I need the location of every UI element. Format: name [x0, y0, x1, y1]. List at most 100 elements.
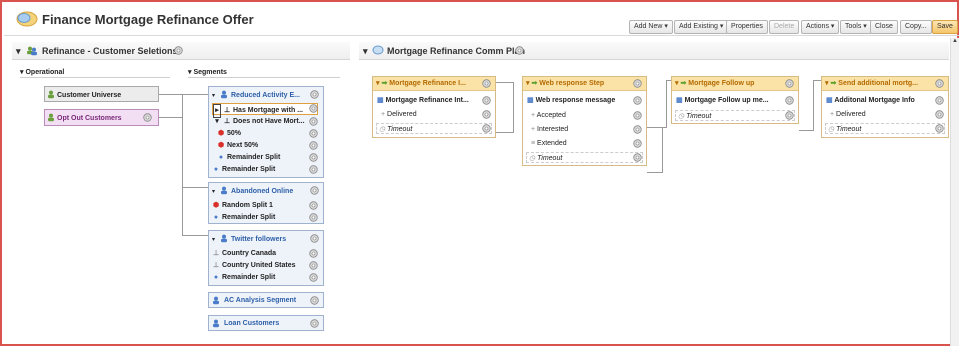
add-new-button[interactable]: Add New ▾ — [629, 20, 673, 34]
gear-icon[interactable] — [309, 213, 318, 222]
split-icon: ⊥ — [212, 250, 220, 257]
response-row[interactable]: ≡ Extended — [527, 138, 642, 149]
list-item[interactable]: ⬢ 50% — [217, 128, 241, 140]
message-row[interactable]: ▦ Web response message — [527, 95, 642, 106]
list-item[interactable]: ⊥ Country Canada — [212, 248, 276, 260]
step-header[interactable]: ▾ ➡ Mortgage Follow up — [672, 77, 798, 91]
operational-column-header[interactable]: ▾ Operational — [20, 68, 64, 76]
message-row[interactable]: ▦ Mortgage Follow up me... — [676, 95, 794, 106]
list-item[interactable]: ● Remainder Split — [217, 152, 280, 164]
segment-card[interactable]: ▾ Twitter followers ⊥ Country Canada ⊥ Cou… — [208, 230, 324, 286]
segments-column-header[interactable]: ▾ Segments — [188, 68, 227, 76]
gear-icon[interactable] — [633, 125, 642, 134]
connector-line — [813, 80, 821, 81]
list-item[interactable]: ⬢ Random Split 1 — [212, 200, 273, 212]
list-item[interactable]: ▾ ⊥ Does not Have Mort... — [213, 116, 304, 128]
step-header[interactable]: ▾ ➡ Send additional mortg... — [822, 77, 948, 91]
comm-plan-bubble-icon — [372, 45, 384, 55]
list-item[interactable]: ● Remainder Split — [212, 212, 275, 224]
comm-step-card[interactable]: ▾ ➡ Send additional mortg... ▦ Additonal… — [821, 76, 949, 138]
gear-icon[interactable] — [935, 124, 944, 133]
gear-icon[interactable] — [935, 110, 944, 119]
gear-icon[interactable] — [310, 296, 319, 305]
gear-icon[interactable] — [309, 104, 318, 113]
operational-item[interactable]: Opt Out Customers — [44, 109, 159, 126]
gear-icon[interactable] — [310, 186, 319, 195]
collapse-arrow-icon[interactable]: ▾ — [212, 236, 215, 243]
segment-card[interactable]: ▾ Abandoned Online ⬢ Random Split 1 ● Rema… — [208, 182, 324, 224]
collapse-arrow-icon[interactable]: ▾ — [363, 46, 368, 57]
gear-icon[interactable] — [935, 79, 944, 88]
response-row[interactable]: + Interested — [527, 124, 642, 135]
list-item[interactable]: ● Remainder Split — [212, 164, 275, 176]
save-button[interactable]: Save — [932, 20, 958, 34]
comm-step-card[interactable]: ▾ ➡ Mortgage Follow up ▦ Mortgage Follow… — [671, 76, 799, 124]
response-row[interactable]: + Delivered — [377, 109, 491, 120]
gear-icon[interactable] — [309, 261, 318, 270]
timeout-row[interactable]: ◷ Timeout — [376, 123, 492, 134]
gear-icon[interactable] — [785, 79, 794, 88]
comm-step-card[interactable]: ▾ ➡ Mortgage Refinance I... ▦ Mortgage R… — [372, 76, 496, 138]
list-item[interactable]: ● Remainder Split — [212, 272, 275, 284]
message-row[interactable]: ▦ Mortgage Refinance Int... — [377, 95, 491, 106]
gear-icon[interactable] — [633, 139, 642, 148]
collapse-arrow-icon: ▾ — [215, 118, 219, 125]
close-button[interactable]: Close — [870, 20, 898, 34]
gear-icon[interactable] — [309, 165, 318, 174]
gear-icon[interactable] — [785, 111, 794, 120]
gear-icon[interactable] — [482, 110, 491, 119]
delete-button[interactable]: Delete — [769, 20, 800, 34]
scroll-up-arrow-icon[interactable]: ▲ — [951, 38, 959, 46]
step-title: Send additional mortg... — [838, 80, 919, 87]
response-icon: + — [531, 126, 536, 133]
gear-icon[interactable] — [309, 141, 318, 150]
comm-step-card[interactable]: ▾ ➡ Web response Step ▦ Web response mes… — [522, 76, 647, 166]
segment-card[interactable]: AC Analysis Segment — [208, 292, 324, 308]
gear-icon[interactable] — [482, 79, 491, 88]
gear-icon[interactable] — [309, 249, 318, 258]
gear-icon[interactable] — [482, 124, 491, 133]
timeout-row[interactable]: ◷ Timeout — [526, 152, 643, 163]
add-existing-button[interactable]: Add Existing ▾ — [674, 20, 729, 34]
segment-card[interactable]: ▾ Reduced Activity E... ▸ ⊥ Has Mortgage w… — [208, 86, 324, 178]
gear-icon[interactable] — [310, 234, 319, 243]
operational-item[interactable]: Customer Universe — [44, 86, 159, 102]
gear-icon[interactable] — [633, 153, 642, 162]
step-header[interactable]: ▾ ➡ Web response Step — [523, 77, 646, 91]
tools-button[interactable]: Tools ▾ — [840, 20, 872, 34]
gear-icon[interactable] — [174, 46, 183, 55]
gear-icon[interactable] — [309, 129, 318, 138]
response-row[interactable]: + Delivered — [826, 109, 944, 120]
copy-button[interactable]: Copy... — [900, 20, 932, 34]
gear-icon[interactable] — [309, 201, 318, 210]
response-row[interactable]: + Accepted — [527, 110, 642, 121]
step-header[interactable]: ▾ ➡ Mortgage Refinance I... — [373, 77, 495, 91]
list-item[interactable]: ▸ ⊥ Has Mortgage with ... — [212, 103, 318, 118]
message-row[interactable]: ▦ Additonal Mortgage Info — [826, 95, 944, 106]
gear-icon[interactable] — [143, 113, 152, 122]
gear-icon[interactable] — [482, 96, 491, 105]
arrow-right-icon: ➡ — [830, 80, 837, 87]
gear-icon[interactable] — [310, 319, 319, 328]
gear-icon[interactable] — [310, 90, 319, 99]
collapse-arrow-icon[interactable]: ▾ — [212, 92, 215, 99]
gear-icon[interactable] — [633, 79, 642, 88]
collapse-arrow-icon[interactable]: ▾ — [212, 188, 215, 195]
list-item[interactable]: ⊥ Country United States — [212, 260, 296, 272]
gear-icon[interactable] — [515, 46, 524, 55]
timeout-row[interactable]: ◷ Timeout — [675, 110, 795, 121]
segment-card[interactable]: Loan Customers — [208, 315, 324, 331]
gear-icon[interactable] — [785, 96, 794, 105]
gear-icon[interactable] — [935, 96, 944, 105]
collapse-arrow-icon[interactable]: ▾ — [16, 46, 21, 57]
gear-icon[interactable] — [633, 111, 642, 120]
gear-icon[interactable] — [309, 117, 318, 126]
properties-button[interactable]: Properties — [726, 20, 768, 34]
vertical-scrollbar[interactable]: ▲ — [950, 38, 959, 346]
timeout-row[interactable]: ◷ Timeout — [825, 123, 945, 134]
gear-icon[interactable] — [309, 153, 318, 162]
actions-button[interactable]: Actions ▾ — [801, 20, 840, 34]
gear-icon[interactable] — [633, 96, 642, 105]
gear-icon[interactable] — [309, 273, 318, 282]
list-item[interactable]: ⬢ Next 50% — [217, 140, 258, 152]
